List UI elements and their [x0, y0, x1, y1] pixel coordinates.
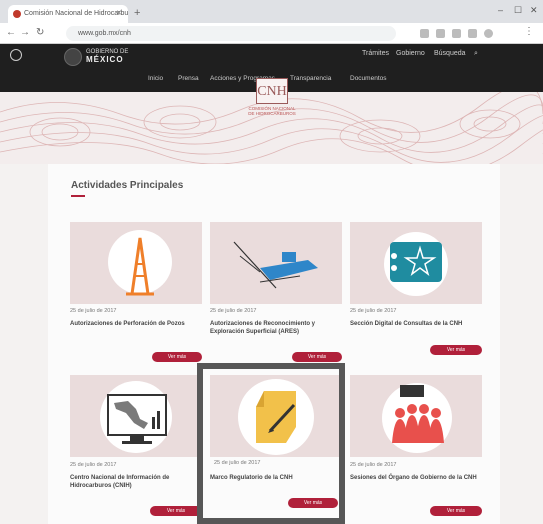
- address-input[interactable]: www.gob.mx/cnh: [66, 26, 396, 41]
- card-more-button[interactable]: Ver más: [150, 506, 202, 516]
- nav-link[interactable]: Gobierno: [396, 50, 425, 57]
- search-icon[interactable]: ⌕: [474, 50, 478, 58]
- extension-icon[interactable]: [420, 29, 429, 38]
- home-emblem-icon[interactable]: [10, 49, 22, 61]
- maximize-icon[interactable]: ☐: [514, 5, 522, 16]
- card-date: 25 de julio de 2017: [70, 462, 117, 468]
- card-image[interactable]: [350, 222, 482, 304]
- tab-close-icon[interactable]: ✕: [116, 9, 122, 17]
- subnav-link[interactable]: Prensa: [178, 75, 199, 82]
- extension-icon[interactable]: [452, 29, 461, 38]
- card-image[interactable]: [70, 222, 202, 304]
- minimize-icon[interactable]: –: [498, 5, 503, 15]
- title-underline: [71, 195, 85, 197]
- card-title[interactable]: Centro Nacional de Información de Hidroc…: [70, 475, 200, 490]
- gobierno-logo-text[interactable]: GOBIERNO DE MÉXICO: [86, 49, 128, 64]
- cnh-logo-subtitle: COMISIÓN NACIONAL DE HIDROCARBUROS: [248, 106, 296, 116]
- oil-rig-icon: [126, 237, 154, 296]
- card-title[interactable]: Sección Digital de Consultas de la CNH: [350, 321, 480, 329]
- subnav-link[interactable]: Transparencia: [290, 75, 331, 82]
- nav-link[interactable]: Búsqueda: [434, 50, 466, 57]
- card-more-button[interactable]: Ver más: [430, 506, 482, 516]
- card-date: 25 de julio de 2017: [210, 308, 257, 314]
- highlight-frame: [197, 363, 345, 524]
- gobierno-logo-icon[interactable]: [64, 48, 82, 66]
- card-more-button[interactable]: Ver más: [152, 352, 202, 362]
- cnh-logo[interactable]: CNH: [256, 78, 288, 104]
- back-icon[interactable]: ←: [6, 27, 16, 38]
- section-title: Actividades Principales: [71, 180, 184, 191]
- map-monitor-icon: [107, 394, 167, 444]
- card-more-button[interactable]: Ver más: [430, 345, 482, 355]
- card-date: 25 de julio de 2017: [350, 308, 397, 314]
- digital-seal-icon: [390, 242, 442, 282]
- card-image[interactable]: [350, 375, 482, 457]
- card-more-button[interactable]: Ver más: [292, 352, 342, 362]
- seismic-ship-icon: [233, 241, 318, 289]
- card-date: 25 de julio de 2017: [350, 462, 397, 468]
- nav-link[interactable]: Trámites: [362, 50, 389, 57]
- card-date: 25 de julio de 2017: [70, 308, 117, 314]
- card-title[interactable]: Autorizaciones de Reconocimiento y Explo…: [210, 321, 340, 336]
- extension-icon[interactable]: [436, 29, 445, 38]
- governing-body-icon: [392, 385, 444, 443]
- profile-avatar[interactable]: [484, 29, 493, 38]
- reload-icon[interactable]: ↻: [36, 27, 44, 38]
- card-title[interactable]: Sesiones del Órgano de Gobierno de la CN…: [350, 475, 480, 483]
- gobierno-main-label: MÉXICO: [86, 55, 124, 64]
- subnav-link[interactable]: Inicio: [148, 75, 163, 82]
- new-tab-icon[interactable]: +: [134, 7, 140, 19]
- tab-favicon-icon: [13, 10, 21, 18]
- window-close-icon[interactable]: ✕: [530, 5, 538, 16]
- card-image[interactable]: [70, 375, 202, 457]
- extension-icon[interactable]: [468, 29, 477, 38]
- subnav-link[interactable]: Documentos: [350, 75, 387, 82]
- card-image[interactable]: [210, 222, 342, 304]
- forward-icon[interactable]: →: [20, 27, 30, 38]
- card-title[interactable]: Autorizaciones de Perforación de Pozos: [70, 321, 200, 329]
- browser-tab[interactable]: Comisión Nacional de Hidrocarburos: [8, 5, 128, 23]
- browser-menu-icon[interactable]: ⋮: [524, 26, 534, 37]
